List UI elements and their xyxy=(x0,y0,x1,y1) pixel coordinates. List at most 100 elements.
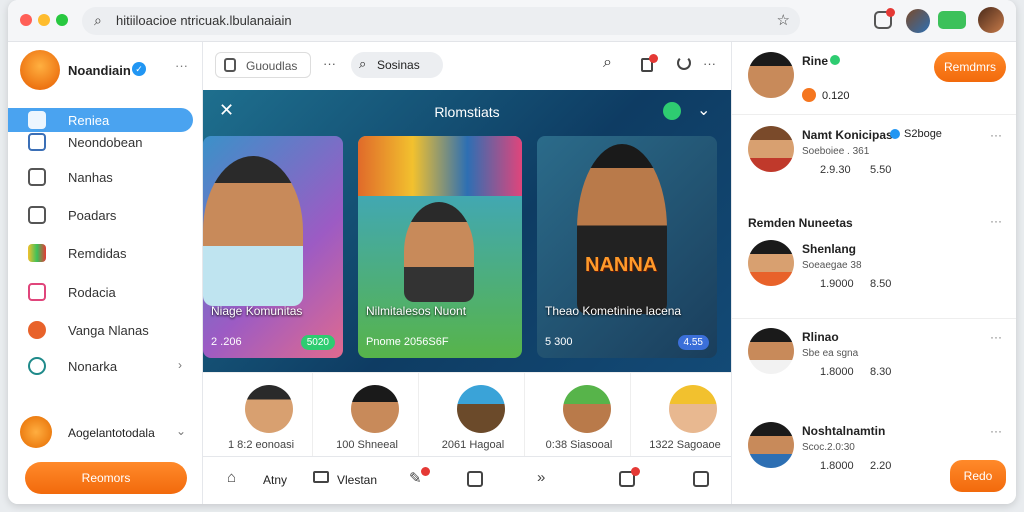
document-icon xyxy=(28,133,46,151)
notification-badge xyxy=(886,8,895,17)
bottom-item-label[interactable]: Vlestan xyxy=(337,473,377,487)
more-icon[interactable]: ··· xyxy=(703,56,716,71)
close-window-button[interactable] xyxy=(20,14,32,26)
search-icon[interactable]: ⌕ xyxy=(603,54,612,72)
apps-icon xyxy=(28,244,46,262)
bottom-item-label[interactable]: Atny xyxy=(263,473,287,487)
creator-item[interactable]: 0:38 Siasooal xyxy=(527,373,631,457)
footer-name: Aogelantotodala xyxy=(68,426,155,440)
online-icon xyxy=(830,55,840,65)
forward-icon[interactable]: » xyxy=(537,469,545,486)
chevron-down-icon[interactable]: ⌄ xyxy=(176,424,186,438)
list-icon xyxy=(28,168,46,186)
home-icon[interactable]: ⌂ xyxy=(227,469,236,486)
verified-icon xyxy=(890,129,900,139)
avatar xyxy=(563,385,611,433)
url-text: hitiiloacioe ntricuak.lbulanaiain xyxy=(116,13,292,28)
folder-icon[interactable] xyxy=(313,471,329,483)
carousel-title: Rlomstiats xyxy=(434,104,500,120)
more-icon[interactable]: ··· xyxy=(323,56,336,71)
avatar xyxy=(748,126,794,172)
divider xyxy=(732,318,1016,319)
chat-icon[interactable]: ✎ xyxy=(409,469,422,487)
address-bar[interactable]: ⌕ hitiiloacioe ntricuak.lbulanaiain ☆ xyxy=(82,7,800,35)
right-panel: Rine 0.120 Remdmrs Namt Konicipas S2boge… xyxy=(731,42,1016,504)
sidebar-item-globe[interactable]: Vanga Nlanas xyxy=(8,318,193,342)
toolbar: Guoudlas ··· ⌕ Sosinas ⌕ ··· xyxy=(203,42,731,90)
user-row[interactable]: Namt Konicipas S2boge Soeboiee . 361 2.9… xyxy=(732,126,1016,186)
more-icon[interactable]: ··· xyxy=(990,214,1002,228)
sidebar-item-apps[interactable]: Remdidas xyxy=(8,241,193,265)
avatar xyxy=(457,385,505,433)
more-icon[interactable]: ··· xyxy=(990,128,1002,142)
primary-button[interactable]: Reomors xyxy=(25,462,187,494)
title-bar: ⌕ hitiiloacioe ntricuak.lbulanaiain ☆ xyxy=(8,0,1016,42)
search-input[interactable]: ⌕ Sosinas xyxy=(351,52,443,78)
browser-window: ⌕ hitiiloacioe ntricuak.lbulanaiain ☆ No… xyxy=(8,0,1016,504)
action-button[interactable]: Redo xyxy=(950,460,1006,492)
star-icon[interactable]: ☆ xyxy=(777,11,790,29)
user-row[interactable]: Rlinao Sbe ea sgna 1.8000 8.30 ··· xyxy=(732,328,1016,388)
search-icon: ⌕ xyxy=(94,12,102,28)
avatar xyxy=(748,422,794,468)
more-icon[interactable]: ··· xyxy=(990,424,1002,438)
sidebar-item-documents[interactable]: Neondobean xyxy=(8,130,193,154)
more-icon[interactable]: ··· xyxy=(175,58,188,73)
more-icon[interactable]: ··· xyxy=(990,330,1002,344)
checkbox-icon[interactable] xyxy=(467,471,483,487)
avatar xyxy=(351,385,399,433)
sidebar: Noandiain ✓ ··· Reniea Neondobean Nanhas… xyxy=(8,42,203,504)
tab-icon xyxy=(224,58,236,72)
profile-avatar[interactable] xyxy=(20,50,60,90)
globe-icon xyxy=(28,321,46,339)
status-badge[interactable] xyxy=(938,11,966,29)
chat-badge xyxy=(421,467,430,476)
play-icon[interactable] xyxy=(663,102,681,120)
user-row[interactable]: Shenlang Soeaegae 38 1.9000 8.50 xyxy=(732,240,1016,300)
follow-button[interactable]: Remdmrs xyxy=(934,52,1006,82)
overlay-text: NANNA xyxy=(585,254,658,276)
feature-card[interactable]: Nilmitalesos Nuont Pnome 2056S6F xyxy=(358,136,522,358)
maximize-window-button[interactable] xyxy=(56,14,68,26)
sidebar-item-list[interactable]: Nanhas xyxy=(8,165,193,189)
user-avatar[interactable] xyxy=(978,7,1004,33)
characters-image xyxy=(358,136,522,196)
sidebar-item-media[interactable]: Rodacia xyxy=(8,280,193,304)
inbox-badge xyxy=(631,467,640,476)
feature-card[interactable]: Niage Komunitas 2 .206 5020 xyxy=(203,136,343,358)
avatar xyxy=(748,328,794,374)
creator-item[interactable]: 2061 Hagoal xyxy=(421,373,525,457)
minimize-window-button[interactable] xyxy=(38,14,50,26)
sidebar-item-calendar[interactable]: Poadars xyxy=(8,203,193,227)
share-badge xyxy=(649,54,658,63)
creator-item[interactable]: 1322 Sagoaoe xyxy=(633,373,737,457)
main-content: Guoudlas ··· ⌕ Sosinas ⌕ ··· ✕ Rlomstiat… xyxy=(203,42,737,504)
refresh-icon xyxy=(28,357,46,375)
feature-card[interactable]: NANNA Theao Kometinine lacena 5 300 4.55 xyxy=(537,136,717,358)
divider xyxy=(732,114,1016,115)
refresh-icon[interactable] xyxy=(677,56,691,70)
sidebar-item-refresh[interactable]: Nonarka › xyxy=(8,354,193,378)
tab-button[interactable]: Guoudlas xyxy=(215,52,311,78)
creator-item[interactable]: 1 8:2 eonoasi xyxy=(209,373,313,457)
checkbox-icon[interactable] xyxy=(693,471,709,487)
person-image xyxy=(577,144,667,314)
home-icon xyxy=(28,111,46,129)
featured-carousel: ✕ Rlomstiats ⌄ Niage Komunitas 2 .206 50… xyxy=(203,90,731,372)
avatar[interactable] xyxy=(906,9,930,33)
badge-icon xyxy=(802,88,816,102)
calendar-icon xyxy=(28,206,46,224)
chevron-down-icon[interactable]: ⌄ xyxy=(697,100,710,120)
media-icon xyxy=(28,283,46,301)
avatar xyxy=(245,385,293,433)
search-icon: ⌕ xyxy=(359,56,367,71)
chevron-right-icon: › xyxy=(178,358,182,372)
verified-icon: ✓ xyxy=(132,62,146,76)
bottom-bar: ⌂ Atny Vlestan ✎ » xyxy=(203,456,731,504)
avatar xyxy=(748,240,794,286)
footer-avatar[interactable] xyxy=(20,416,52,448)
sidebar-item-home[interactable]: Reniea xyxy=(8,108,193,132)
person-image xyxy=(404,202,474,302)
profile-name: Noandiain xyxy=(68,63,131,78)
creator-item[interactable]: 100 Shneeal xyxy=(315,373,419,457)
